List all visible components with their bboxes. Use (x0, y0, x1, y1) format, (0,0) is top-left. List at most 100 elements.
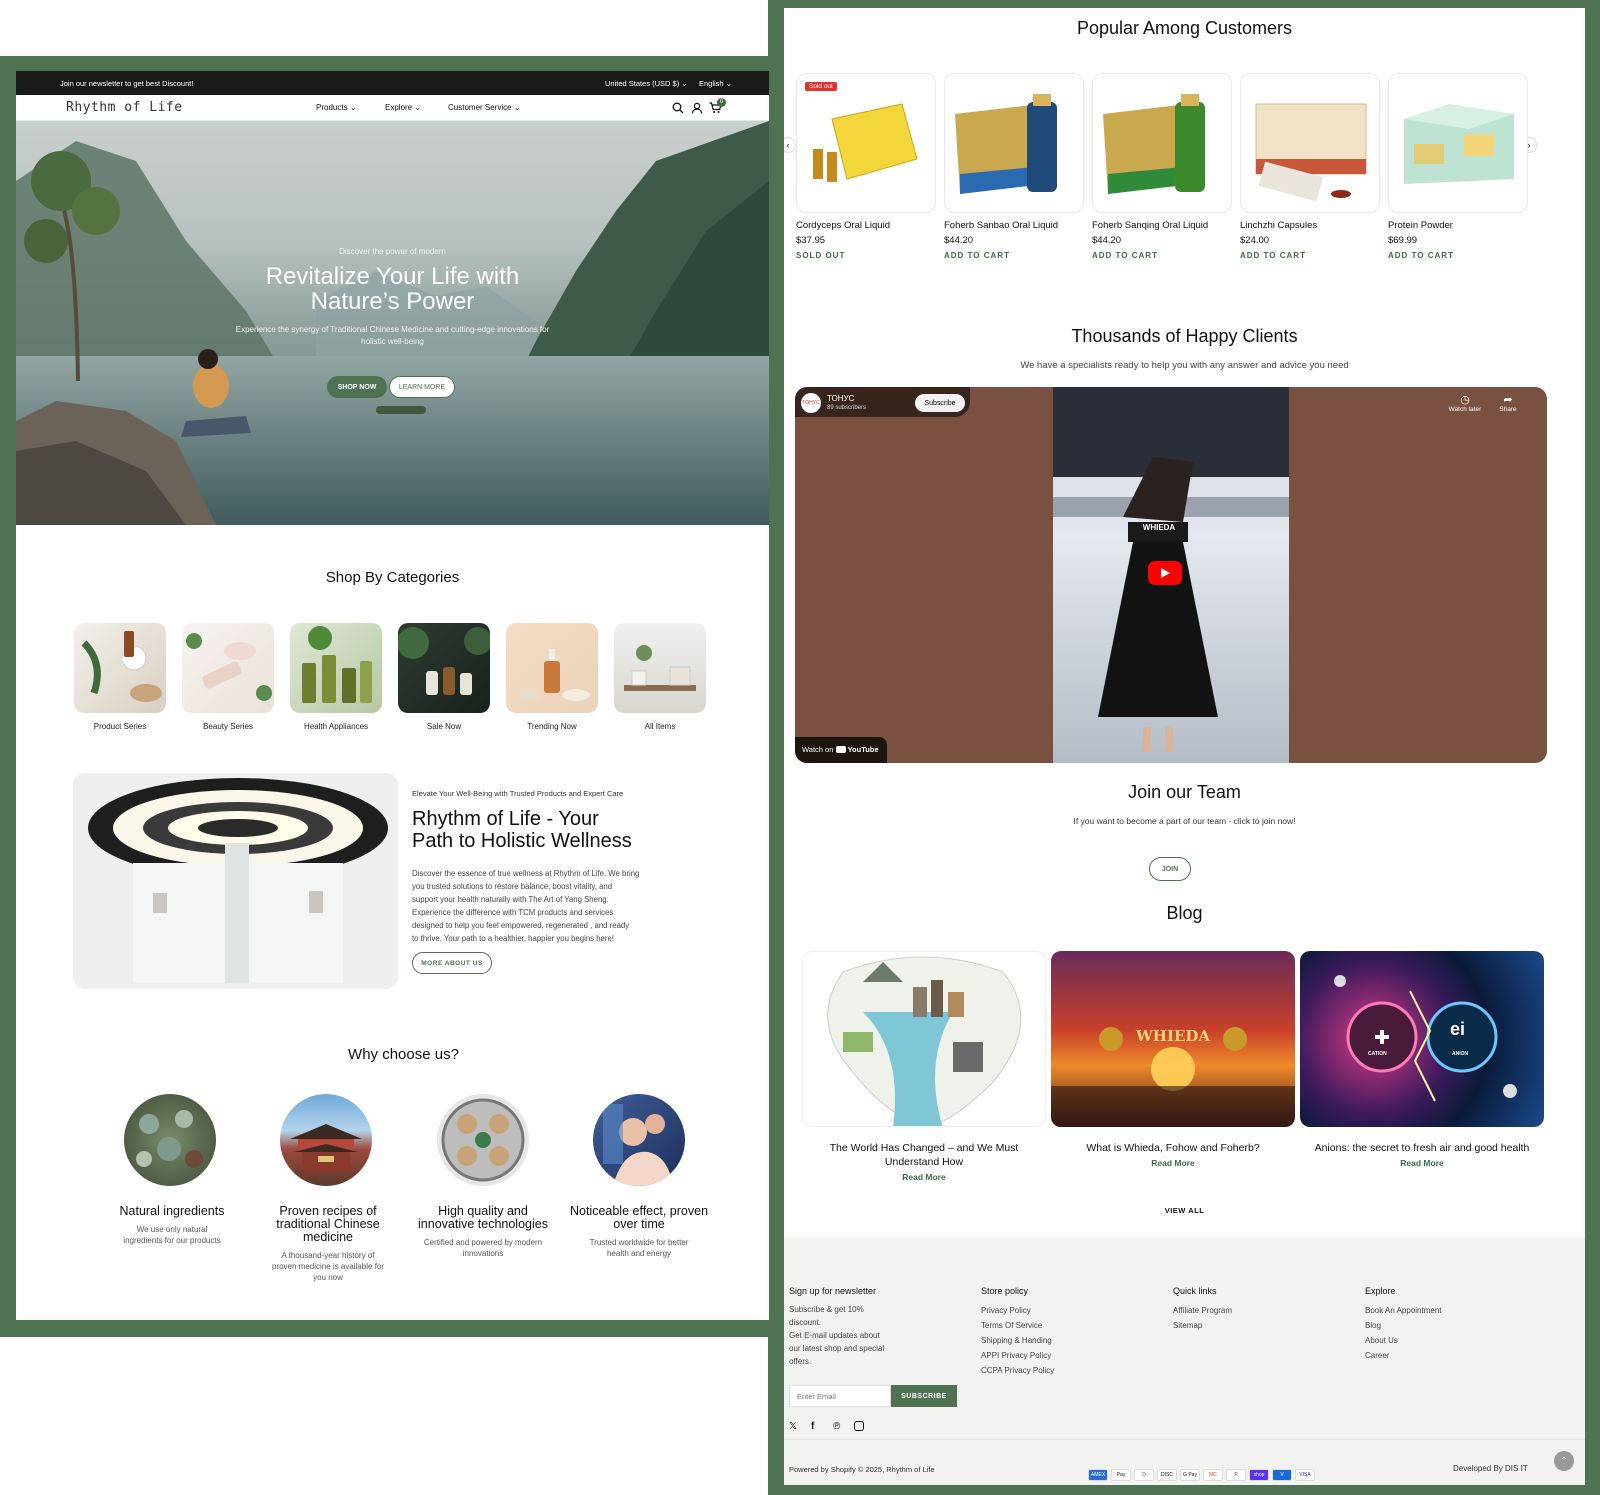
account-icon[interactable] (691, 102, 703, 114)
product-price: $44.20 (1092, 235, 1122, 246)
back-to-top-button[interactable]: ⌃ (1554, 1451, 1574, 1471)
language-selector[interactable]: English ⌄ (699, 79, 732, 88)
watch-on-label: Watch on (802, 745, 834, 754)
why-item-technology: High quality and innovative technologies… (410, 1205, 556, 1259)
watch-later-label: Watch later (1448, 406, 1482, 413)
instagram-icon[interactable] (854, 1421, 864, 1431)
why-image-effect (593, 1094, 685, 1186)
youtube-video-player[interactable]: WHIEDA TOHYC ТОНУС 89 subscribers Subscr… (795, 387, 1547, 763)
blog-post-image[interactable] (802, 951, 1046, 1127)
pinterest-icon[interactable]: ℗ (833, 1421, 840, 1432)
footer-link[interactable]: Sitemap (1173, 1318, 1232, 1333)
add-to-cart-button[interactable]: ADD TO CART (1092, 251, 1208, 260)
why-image-natural (124, 1094, 216, 1186)
category-product-series[interactable]: Product Series (74, 623, 166, 731)
add-to-cart-button[interactable]: ADD TO CART (1388, 251, 1454, 260)
nav-customer-service[interactable]: Customer Service ⌄ (448, 103, 521, 112)
category-label: Health Appliances (303, 722, 369, 731)
footer-link[interactable]: About Us (1365, 1333, 1442, 1348)
watch-on-youtube-button[interactable]: Watch on YouTube (795, 737, 887, 763)
footer-link[interactable]: Book An Appointment (1365, 1303, 1442, 1318)
sold-out-label: SOLD OUT (796, 251, 846, 260)
read-more-link[interactable]: Read More (1051, 1158, 1295, 1168)
popular-title: Popular Among Customers (1076, 18, 1293, 38)
product-image (944, 73, 1084, 213)
category-image (290, 623, 382, 713)
product-card[interactable]: Foherb Sanbao Oral Liquid $44.20 ADD TO … (944, 73, 1084, 273)
footer-link[interactable]: Privacy Policy (981, 1303, 1054, 1318)
view-all-link[interactable]: VIEW ALL (784, 1206, 1585, 1215)
product-card[interactable]: Linchzhi Capsules $24.00 ADD TO CART (1240, 73, 1380, 273)
carousel-prev-button[interactable]: ‹ (784, 137, 796, 153)
newsletter-email-input[interactable] (789, 1385, 891, 1407)
blog-post-image[interactable]: CATION ANION ei (1300, 951, 1544, 1127)
nav-products[interactable]: Products ⌄ (316, 103, 357, 112)
shop-now-button[interactable]: SHOP NOW (327, 376, 387, 398)
category-health-appliances[interactable]: Health Appliances (290, 623, 382, 731)
blog-post-title[interactable]: What is Whieda, Fohow and Foherb? (1051, 1141, 1295, 1155)
read-more-link[interactable]: Read More (1300, 1158, 1544, 1168)
product-card[interactable]: Foherb Sanqing Oral Liquid $44.20 ADD TO… (1092, 73, 1232, 273)
learn-more-button[interactable]: LEARN MORE (389, 376, 455, 398)
footer-link[interactable]: Blog (1365, 1318, 1442, 1333)
category-sale-now[interactable]: Sale Now (398, 623, 490, 731)
newsletter-line: our latest shop and special (789, 1344, 885, 1353)
footer-link[interactable]: APPI Privacy Policy (981, 1348, 1054, 1363)
category-image (182, 623, 274, 713)
more-about-us-button[interactable]: MORE ABOUT US (412, 952, 492, 974)
announcement-bar: Join our newsletter to get best Discount… (16, 71, 769, 95)
blog-post: The World Has Changed – and We Must Unde… (802, 1141, 1046, 1182)
cart-count-badge: 0 (717, 98, 726, 107)
subscribe-newsletter-button[interactable]: SUBSCRIBE (891, 1385, 957, 1407)
currency-selector[interactable]: United States (USD $) ⌄ (605, 79, 688, 88)
blog-title: Blog (1166, 903, 1203, 923)
footer-link[interactable]: Affiliate Program (1173, 1303, 1232, 1318)
footer-link[interactable]: Shipping & Handing (981, 1333, 1054, 1348)
category-beauty-series[interactable]: Beauty Series (182, 623, 274, 731)
blog-post-title[interactable]: Anions: the secret to fresh air and good… (1300, 1141, 1544, 1155)
x-social-icon[interactable]: 𝕏 (789, 1421, 797, 1432)
product-card[interactable]: Protein Powder $69.99 ADD TO CART (1388, 73, 1528, 273)
apple-pay-icon: Pay (1111, 1469, 1131, 1481)
site-footer: Sign up for newsletter Subscribe & get 1… (784, 1238, 1585, 1485)
product-image (1092, 73, 1232, 213)
nav-explore[interactable]: Explore ⌄ (385, 103, 421, 112)
hero-title-line: Nature’s Power (310, 288, 475, 315)
store-interior-photo (73, 773, 398, 989)
add-to-cart-button[interactable]: ADD TO CART (1240, 251, 1317, 260)
subscribe-button[interactable]: Subscribe (915, 394, 965, 412)
share-button[interactable]: ➦ Share (1493, 393, 1523, 413)
category-image (398, 623, 490, 713)
product-card[interactable]: Sold out Cordyceps Oral Liquid $37.95 SO… (796, 73, 936, 273)
page-composite: Join our newsletter to get best Discount… (0, 0, 1600, 1495)
product-name: Protein Powder (1388, 220, 1453, 231)
product-image: Sold out (796, 73, 936, 213)
product-price: $69.99 (1388, 235, 1418, 246)
facebook-icon[interactable]: f (811, 1421, 814, 1432)
footer-link[interactable]: CCPA Privacy Policy (981, 1363, 1054, 1378)
footer-link[interactable]: Terms Of Service (981, 1318, 1054, 1333)
add-to-cart-button[interactable]: ADD TO CART (944, 251, 1058, 260)
blog-post-title[interactable]: The World Has Changed – and We Must Unde… (802, 1141, 1046, 1169)
category-trending-now[interactable]: Trending Now (506, 623, 598, 731)
chevron-down-icon: ⌄ (681, 79, 688, 88)
footer-store-policy: Store policy Privacy Policy Terms Of Ser… (981, 1286, 1054, 1378)
footer-link[interactable]: Career (1365, 1348, 1442, 1363)
site-header: Rhythm of Life Products ⌄ Explore ⌄ Cust… (16, 95, 769, 121)
category-all-items[interactable]: All Items (614, 623, 706, 731)
blog-post: Anions: the secret to fresh air and good… (1300, 1141, 1544, 1168)
about-body-line: support your health naturally with The A… (412, 895, 609, 904)
blog-post-image[interactable]: WHIEDA (1051, 951, 1295, 1127)
site-logo[interactable]: Rhythm of Life (66, 100, 183, 115)
play-button[interactable] (1148, 561, 1182, 585)
channel-avatar[interactable]: TOHYC (801, 393, 821, 413)
watch-later-button[interactable]: ◷ Watch later (1443, 393, 1487, 413)
category-photo (624, 645, 696, 691)
read-more-link[interactable]: Read More (802, 1172, 1046, 1182)
product-carousel: Sold out Cordyceps Oral Liquid $37.95 SO… (796, 73, 1528, 273)
succulent-photo (136, 1110, 203, 1168)
search-icon[interactable] (672, 102, 684, 114)
join-button[interactable]: JOIN (1149, 857, 1191, 881)
hero-subtitle-line: holistic well-being (361, 337, 424, 346)
category-label: Product Series (93, 722, 147, 731)
